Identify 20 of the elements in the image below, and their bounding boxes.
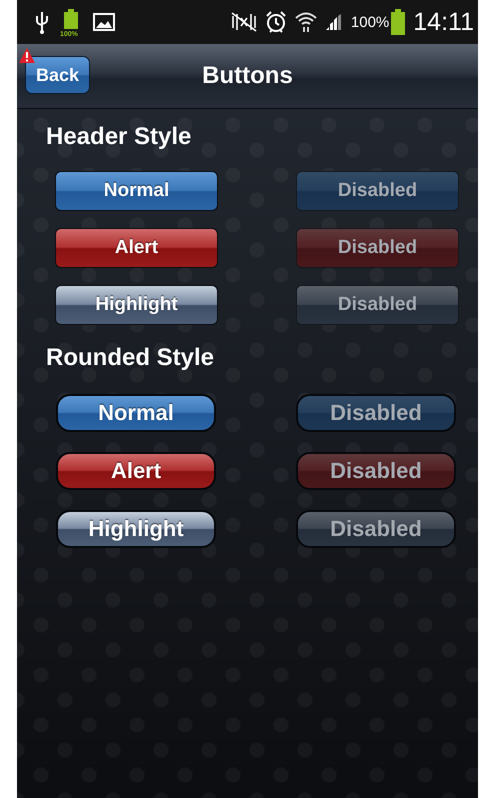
battery-icon [391,9,406,35]
alarm-icon [264,11,287,33]
page-title: Buttons [202,62,293,90]
button[interactable]: Alert [56,452,216,490]
clock: 14:11 [413,8,474,36]
button[interactable]: Highlight [55,285,218,325]
wifi-icon [294,11,317,33]
button[interactable]: Highlight [56,510,216,548]
button[interactable]: Normal [56,394,216,432]
button[interactable]: Alert [55,228,218,268]
section-title: Rounded Style [45,344,216,372]
back-button[interactable]: Back [25,56,90,94]
signal-icon [324,13,343,31]
battery-icon [63,9,79,29]
usb-icon [35,10,49,34]
mute-icon [230,12,257,32]
image-icon [93,13,115,31]
button[interactable]: Normal [55,171,218,211]
section-title: Header Style [45,123,192,151]
battery-percent: 100% [350,14,390,30]
